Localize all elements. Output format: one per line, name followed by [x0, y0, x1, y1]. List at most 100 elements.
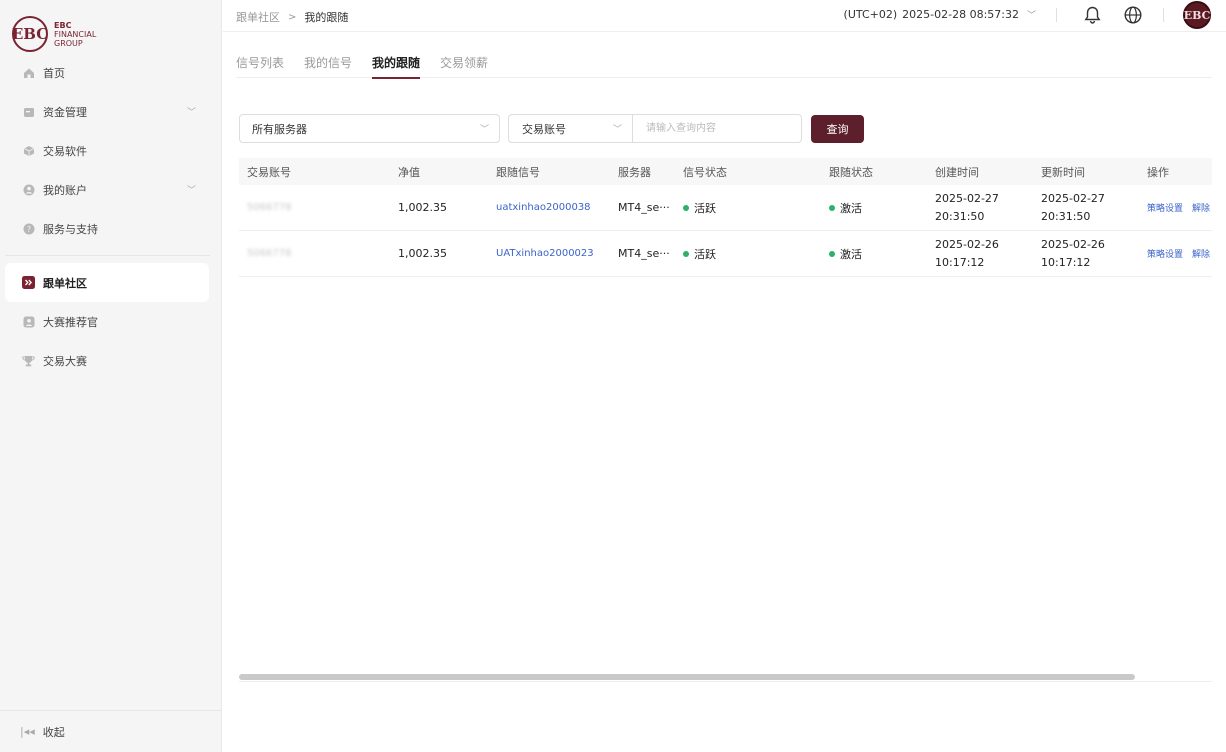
sidebar-item-home[interactable]: 首页 — [0, 53, 222, 92]
sidebar: EBC EBC FINANCIAL GROUP 首页 资金管理 ﹀ 交易软件 我… — [0, 0, 222, 752]
sidebar-item-label: 服务与支持 — [43, 222, 98, 236]
sidebar-item-copy-community[interactable]: 跟单社区 — [5, 263, 209, 302]
current-datetime: 2025-02-28 08:57:32 — [902, 8, 1019, 21]
brand-logo[interactable]: EBC EBC FINANCIAL GROUP — [12, 15, 96, 53]
column-header: 净值 — [398, 165, 420, 179]
sidebar-item-trading-software[interactable]: 交易软件 — [0, 131, 222, 170]
scrollbar-thumb[interactable] — [239, 674, 1135, 680]
table-row: 5066778 1,002.35 uatxinhao2000038 MT4_se… — [239, 185, 1212, 231]
server-select[interactable]: 所有服务器 ﹀ — [239, 114, 500, 143]
divider — [1163, 8, 1164, 22]
sidebar-nav: 首页 资金管理 ﹀ 交易软件 我的账户 ﹀ ? 服务与支持 跟单社区 大赛推荐官… — [0, 53, 222, 380]
follow-status-text: 激活 — [840, 201, 862, 215]
logo-mark: EBC — [12, 16, 48, 52]
sidebar-item-support[interactable]: ? 服务与支持 — [0, 209, 222, 248]
sidebar-item-label: 交易大赛 — [43, 354, 87, 368]
signal-link[interactable]: UATxinhao2000023 — [487, 248, 609, 259]
follow-status-cell: 激活 — [820, 246, 926, 262]
signal-status-text: 活跃 — [694, 247, 716, 261]
updated-time-cell: 2025-02-27 20:31:50 — [1041, 191, 1105, 223]
actions-cell: 策略设置 解除 — [1138, 247, 1212, 260]
chevron-down-icon: ﹀ — [186, 186, 196, 196]
timezone-selector[interactable]: (UTC+02) 2025-02-28 08:57:32 ﹀ — [844, 8, 1036, 21]
trophy-icon — [22, 354, 35, 367]
table-row: 5066778 1,002.35 UATxinhao2000023 MT4_se… — [239, 231, 1212, 277]
collapse-sidebar-button[interactable]: |◂◂ 收起 — [0, 710, 222, 752]
logo-text: EBC FINANCIAL GROUP — [54, 20, 97, 48]
breadcrumb: 跟单社区 > 我的跟随 — [236, 9, 348, 25]
help-icon: ? — [22, 222, 35, 235]
breadcrumb-current: 我的跟随 — [304, 11, 349, 24]
copy-trade-icon — [22, 276, 35, 289]
follow-table: 交易账号 净值 跟随信号 服务器 信号状态 跟随状态 创建时间 更新时间 操作 … — [239, 158, 1212, 277]
divider — [1056, 8, 1057, 22]
column-header: 创建时间 — [935, 165, 979, 179]
search-type-select[interactable]: 交易账号 ﹀ — [509, 115, 633, 142]
follow-status-text: 激活 — [840, 247, 862, 261]
server-cell: MT4_se··· — [618, 247, 670, 260]
tab-trading-salary[interactable]: 交易领薪 — [440, 54, 488, 78]
table-header: 交易账号 净值 跟随信号 服务器 信号状态 跟随状态 创建时间 更新时间 操作 — [239, 158, 1212, 185]
equity-cell: 1,002.35 — [398, 247, 447, 260]
sidebar-item-label: 我的账户 — [43, 183, 87, 197]
strategy-settings-link[interactable]: 策略设置 — [1147, 247, 1183, 260]
sidebar-item-label: 大赛推荐官 — [43, 315, 98, 329]
globe-icon[interactable] — [1122, 4, 1144, 26]
unfollow-link[interactable]: 解除 — [1192, 201, 1210, 214]
horizontal-scrollbar[interactable] — [239, 674, 1212, 682]
signal-status-cell: 活跃 — [674, 200, 820, 216]
tab-signal-list[interactable]: 信号列表 — [236, 54, 284, 78]
home-icon — [22, 66, 35, 79]
top-bar: 跟单社区 > 我的跟随 (UTC+02) 2025-02-28 08:57:32… — [223, 0, 1226, 32]
column-header: 信号状态 — [683, 165, 727, 179]
chevron-right-icon: > — [288, 11, 297, 23]
tab-my-signals[interactable]: 我的信号 — [304, 54, 352, 78]
collapse-icon: |◂◂ — [20, 725, 35, 738]
sidebar-item-my-account[interactable]: 我的账户 ﹀ — [0, 170, 222, 209]
search-input[interactable] — [633, 115, 801, 142]
server-cell: MT4_se··· — [618, 201, 670, 214]
status-dot — [683, 204, 689, 211]
wallet-icon — [22, 105, 35, 118]
chevron-down-icon: ﹀ — [612, 125, 622, 135]
search-type-value: 交易账号 — [522, 122, 566, 136]
column-header: 操作 — [1147, 165, 1169, 179]
timezone-label: (UTC+02) — [843, 8, 898, 21]
actions-cell: 策略设置 解除 — [1138, 201, 1212, 214]
account-cell: 5066778 — [247, 248, 292, 259]
tab-bar: 信号列表 我的信号 我的跟随 交易领薪 — [236, 54, 1212, 79]
sidebar-item-label: 资金管理 — [43, 105, 87, 119]
server-select-value: 所有服务器 — [252, 122, 307, 136]
follow-status-cell: 激活 — [820, 200, 926, 216]
unfollow-link[interactable]: 解除 — [1192, 247, 1210, 260]
sidebar-item-label: 跟单社区 — [43, 276, 87, 290]
user-icon — [22, 183, 35, 196]
sidebar-item-referral[interactable]: 大赛推荐官 — [0, 302, 222, 341]
sidebar-item-label: 首页 — [43, 66, 65, 80]
breadcrumb-root[interactable]: 跟单社区 — [236, 9, 280, 25]
column-header: 跟随状态 — [829, 165, 873, 179]
search-group: 交易账号 ﹀ — [508, 114, 802, 143]
signal-status-text: 活跃 — [694, 201, 716, 215]
chevron-down-icon: ﹀ — [1026, 11, 1036, 21]
sidebar-item-label: 交易软件 — [43, 144, 87, 158]
bell-icon[interactable] — [1081, 4, 1103, 26]
status-dot — [829, 250, 835, 257]
sidebar-item-funds[interactable]: 资金管理 ﹀ — [0, 92, 222, 131]
tab-my-follows[interactable]: 我的跟随 — [372, 54, 421, 79]
status-dot — [683, 250, 689, 257]
column-header: 更新时间 — [1041, 165, 1085, 179]
column-header: 交易账号 — [247, 165, 291, 179]
account-cell: 5066778 — [247, 202, 292, 213]
query-button[interactable]: 查询 — [811, 115, 864, 143]
signal-link[interactable]: uatxinhao2000038 — [487, 202, 609, 213]
sidebar-divider — [5, 255, 210, 256]
column-header: 服务器 — [618, 165, 651, 179]
column-header: 跟随信号 — [496, 165, 540, 179]
sidebar-item-competition[interactable]: 交易大赛 — [0, 341, 222, 380]
avatar[interactable]: EBC — [1183, 1, 1211, 29]
strategy-settings-link[interactable]: 策略设置 — [1147, 201, 1183, 214]
created-time-cell: 2025-02-27 20:31:50 — [935, 191, 999, 223]
chevron-down-icon: ﹀ — [479, 125, 489, 135]
chevron-down-icon: ﹀ — [186, 108, 196, 118]
